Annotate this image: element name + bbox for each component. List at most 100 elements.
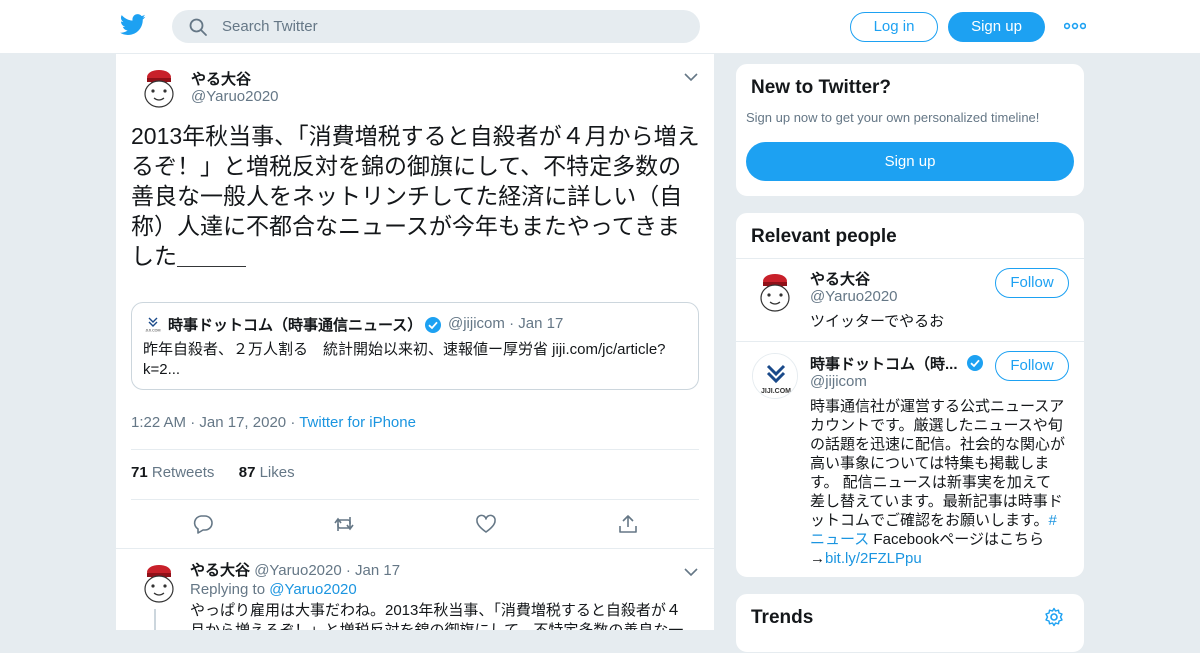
chevron-down-icon[interactable] — [684, 72, 698, 82]
reply-author-name[interactable]: やる大谷 — [190, 562, 250, 579]
person-handle[interactable]: @Yaruo2020 — [810, 288, 898, 305]
svg-text:JIJI.COM: JIJI.COM — [761, 388, 791, 395]
bio-line: カウントです。厳選したニュースや旬 — [810, 417, 1063, 434]
bio-hashtag-link[interactable]: ニュース — [810, 531, 869, 548]
retweets-stat[interactable]: 71 Retweets — [131, 464, 214, 481]
signup-button[interactable]: Sign up — [948, 12, 1045, 42]
chevron-down-icon[interactable] — [684, 567, 698, 577]
verified-badge-icon — [425, 317, 441, 333]
person-bio: 時事通信社が運営する公式ニュースア カウントです。厳選したニュースや旬 の話題を… — [810, 397, 1072, 568]
new-to-twitter-card: New to Twitter? Sign up now to get your … — [735, 63, 1085, 197]
relevant-people-card: Relevant people やる大谷 @Yaruo2020 Follow ツ… — [735, 212, 1085, 578]
bio-line: 時事通信社が運営する公式ニュースア — [810, 398, 1065, 415]
author-name[interactable]: やる大谷 — [191, 68, 251, 89]
divider — [131, 449, 699, 450]
bio-line: 高い事象については特集も掲載しま — [810, 455, 1050, 472]
bio-line: ニュース Facebookページはこちら — [810, 530, 1072, 549]
twitter-bird-icon[interactable] — [120, 14, 146, 36]
avatar[interactable] — [752, 268, 798, 314]
reply-tweet[interactable]: やる大谷 @Yaruo2020 · Jan 17 Replying to @Ya… — [116, 548, 714, 630]
avatar[interactable] — [136, 64, 182, 110]
retweets-count: 71 — [131, 464, 148, 481]
likes-stat[interactable]: 87 Likes — [239, 464, 295, 481]
dot-separator: · — [290, 414, 300, 431]
card-title: Relevant people — [751, 226, 897, 247]
bio-line: す。 配信ニュースは新事実を加えて — [810, 474, 1052, 491]
quoted-tweet[interactable]: JIJI.COM 時事ドットコム（時事通信ニュース） @jijicom · Ja… — [131, 302, 699, 390]
person-handle[interactable]: @jijicom — [810, 373, 867, 390]
tweet-detail-column: やる大谷 @Yaruo2020 2013年秋当事、「消費増税すると自殺者が４月か… — [115, 54, 715, 630]
divider — [736, 341, 1084, 342]
avatar-image: JIJI.COM — [753, 354, 797, 398]
likes-label: Likes — [259, 464, 295, 481]
bio-line: ットコムでご確認をお願いします。# — [810, 511, 1072, 530]
divider — [736, 258, 1084, 259]
quoted-text: 昨年自殺者、２万人割る 統計開始以来初、速報値ー厚労省 jiji.com/jc/… — [143, 341, 666, 378]
bio-line-text: Facebookページはこちら — [869, 531, 1045, 548]
svg-text:JIJI.COM: JIJI.COM — [146, 329, 161, 333]
follow-button[interactable]: Follow — [995, 268, 1069, 298]
tweet-actions — [131, 510, 699, 538]
card-title: New to Twitter? — [751, 77, 892, 98]
login-button[interactable]: Log in — [850, 12, 938, 42]
likes-count: 87 — [238, 464, 256, 481]
reply-text-line: やっぱり雇用は大事だわね。2013年秋当事、「消費増税すると自殺者が４ — [190, 602, 681, 619]
avatar[interactable] — [136, 559, 182, 605]
reply-date[interactable]: Jan 17 — [355, 562, 400, 579]
bio-line: の話題を迅速に配信。社会的な関心が — [810, 436, 1066, 453]
reply-author-handle[interactable]: @Yaruo2020 — [254, 562, 342, 579]
bio-hashtag-link[interactable]: # — [1049, 512, 1057, 529]
retweet-icon[interactable] — [333, 513, 355, 535]
quoted-avatar: JIJI.COM — [146, 317, 161, 333]
avatar[interactable]: JIJI.COM — [752, 353, 798, 399]
bio-url-link[interactable]: bit.ly/2FZLPpu — [825, 550, 922, 567]
author-handle[interactable]: @Yaruo2020 — [191, 88, 279, 105]
bio-line: →bit.ly/2FZLPpu — [810, 549, 1072, 568]
person-name[interactable]: 時事ドットコム（時... — [810, 353, 958, 374]
quoted-handle-date: @jijicom · Jan 17 — [448, 315, 563, 332]
thread-line — [154, 609, 156, 630]
tweet-text: 2013年秋当事、「消費増税すると自殺者が４月から増えるぞ！」と増税反対を錦の御… — [131, 123, 700, 269]
reply-header: やる大谷 @Yaruo2020 · Jan 17 — [190, 559, 400, 580]
quoted-handle: @jijicom — [448, 315, 505, 332]
bio-arrow: → — [810, 550, 825, 567]
tweet-time[interactable]: 1:22 AM — [131, 414, 186, 431]
tweet-metadata: 1:22 AM · Jan 17, 2020 · Twitter for iPh… — [131, 414, 416, 431]
share-icon[interactable] — [617, 513, 639, 535]
replying-to-handle[interactable]: @Yaruo2020 — [269, 581, 357, 598]
search-icon — [189, 18, 207, 36]
follow-button[interactable]: Follow — [995, 351, 1069, 381]
search-input[interactable] — [222, 10, 682, 43]
person-name[interactable]: やる大谷 — [810, 268, 870, 289]
card-title: Trends — [751, 607, 814, 628]
like-icon[interactable] — [475, 513, 497, 535]
dot-separator: · — [345, 562, 356, 579]
quoted-author-name: 時事ドットコム（時事通信ニュース） — [168, 317, 423, 334]
tweet-stats: 71 Retweets 87 Likes — [131, 464, 295, 481]
avatar-image — [136, 559, 182, 605]
avatar-image — [136, 64, 182, 110]
tweet-date[interactable]: Jan 17, 2020 — [199, 414, 286, 431]
retweets-label: Retweets — [151, 464, 215, 481]
search-bar[interactable] — [172, 10, 700, 43]
signup-button[interactable]: Sign up — [746, 142, 1074, 181]
tweet-source-link[interactable]: Twitter for iPhone — [299, 414, 416, 431]
settings-gear-icon[interactable] — [1044, 607, 1064, 627]
reply-icon[interactable] — [192, 513, 214, 535]
bio-line: 差し替えています。最新記事は時事ド — [810, 493, 1063, 510]
more-dots-icon[interactable] — [1064, 18, 1086, 34]
top-navigation-bar: Log in Sign up — [0, 0, 1200, 54]
reply-text: やっぱり雇用は大事だわね。2013年秋当事、「消費増税すると自殺者が４ 月から増… — [190, 601, 690, 630]
avatar-image — [752, 268, 798, 314]
replying-to: Replying to @Yaruo2020 — [190, 581, 357, 598]
divider — [131, 499, 699, 500]
quoted-date: Jan 17 — [518, 315, 564, 332]
reply-text-line: 月から増えるぞ！」と増税反対を錦の御旗にして、不特定多数の善良な一 — [190, 621, 690, 630]
replying-to-label: Replying to — [190, 581, 266, 598]
verified-badge-icon — [967, 355, 983, 371]
bio-line-text: ットコムでご確認をお願いします。 — [810, 512, 1049, 529]
card-subtitle: Sign up now to get your own personalized… — [746, 110, 1040, 125]
person-bio: ツイッターでやるお — [810, 313, 945, 330]
trends-card: Trends — [735, 593, 1085, 653]
dot-separator: · — [509, 315, 519, 332]
